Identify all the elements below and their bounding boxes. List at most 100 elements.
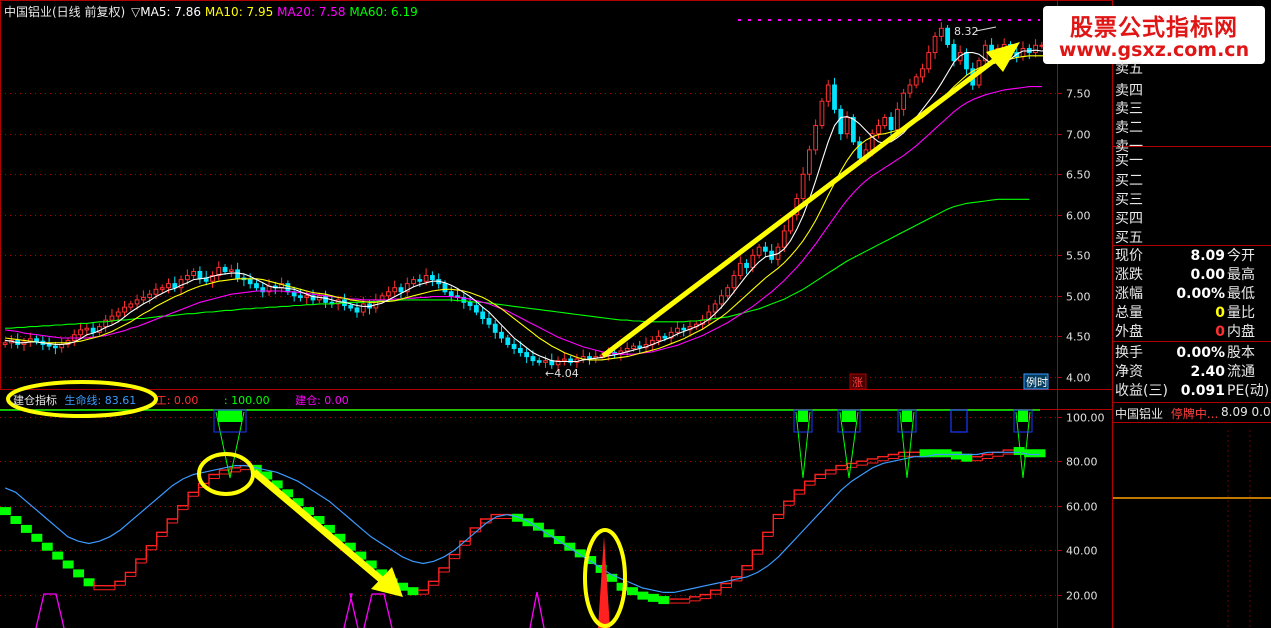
- orderbook-level[interactable]: 卖四: [1115, 80, 1143, 100]
- indicator-tick-label: 20.00: [1066, 590, 1098, 603]
- candle-body: [115, 311, 121, 317]
- step-falling-block: [627, 587, 638, 596]
- high-price-pointer: [975, 26, 997, 32]
- candle-body: [411, 279, 416, 285]
- quote-row: 总量 0 量比: [1115, 304, 1271, 323]
- orderbook-level[interactable]: 买二: [1115, 170, 1143, 190]
- step-rising-segment: [156, 531, 168, 546]
- candle-body: [725, 287, 731, 297]
- trend-arrow-up: [601, 54, 1002, 358]
- price-tick-label: 6.00: [1066, 210, 1091, 223]
- moving-average-lines: [5, 48, 1055, 363]
- top-signal-block: [218, 410, 242, 422]
- candle-body: [750, 254, 756, 268]
- price-gridlines: [0, 93, 1057, 378]
- candle-body: [938, 27, 944, 37]
- mini-status: 停牌中...: [1170, 407, 1219, 421]
- orderbook-level[interactable]: 买四: [1115, 208, 1143, 228]
- candle-body: [191, 270, 197, 277]
- indicator-name[interactable]: 建仓指标: [13, 394, 57, 407]
- step-rising-segment: [135, 562, 147, 577]
- candle-body: [122, 306, 127, 313]
- candle-body: [951, 43, 957, 62]
- candle-body: [360, 303, 366, 313]
- candle-body: [166, 283, 171, 289]
- step-falling-block: [574, 549, 586, 558]
- candle-body: [90, 327, 96, 333]
- price-tick-label: 7.00: [1066, 129, 1091, 142]
- candle-body: [800, 173, 806, 200]
- step-rising-segment: [176, 504, 189, 519]
- quote-value: 0: [1215, 324, 1225, 340]
- candle-body: [298, 295, 303, 298]
- mini-value: 8.09 0.00: [1221, 405, 1271, 419]
- candle-body: [448, 291, 454, 297]
- step-falling-block: [41, 542, 53, 551]
- step-rising-segment: [166, 518, 178, 533]
- orderbook-level[interactable]: 买三: [1115, 189, 1143, 209]
- candle-body: [882, 116, 888, 127]
- quote-row: 外盘 0 内盘: [1115, 323, 1271, 342]
- quote-value: 0.00%: [1176, 345, 1225, 361]
- step-rising-segment: [825, 473, 836, 479]
- candle-body: [825, 84, 831, 102]
- period-label: 例时: [1026, 375, 1048, 389]
- step-falling-block: [20, 524, 32, 533]
- step-rising-segment: [981, 457, 993, 461]
- step-falling-block: [1013, 447, 1025, 456]
- bottom-spike-signal: [598, 536, 610, 628]
- quote-right-label: 最高: [1227, 267, 1255, 283]
- candle-body: [235, 269, 241, 279]
- quote-value: 0: [1215, 305, 1225, 321]
- price-tick-label: 5.00: [1066, 291, 1091, 304]
- candle-body: [876, 125, 881, 135]
- candle-body: [920, 68, 925, 78]
- candle-body: [442, 283, 448, 293]
- candle-body: [850, 116, 856, 143]
- candle-body: [480, 311, 486, 320]
- orderbook-level[interactable]: 卖五: [1115, 58, 1143, 78]
- candle-body: [153, 288, 159, 295]
- top-signal-block: [798, 410, 808, 422]
- step-rising-segment: [1002, 453, 1014, 457]
- candle-body: [781, 230, 787, 248]
- candle-body: [2, 342, 8, 345]
- quote-label: 收益(三): [1115, 383, 1168, 399]
- ma-toggle-icon[interactable]: ▽: [131, 5, 140, 19]
- step-rising-segment: [166, 522, 178, 537]
- step-falling-block: [564, 542, 576, 551]
- candle-body: [819, 100, 825, 127]
- step-rising-segment: [992, 455, 1004, 459]
- quote-right-label: 今开: [1227, 248, 1255, 264]
- indicator-tick-label: 80.00: [1066, 456, 1098, 469]
- candle-body: [907, 84, 913, 94]
- candle-body: [172, 283, 178, 289]
- candle-body: [656, 335, 661, 341]
- trend-arrow-down: [251, 469, 387, 585]
- quote-label: 外盘: [1115, 324, 1143, 340]
- ma20-line: [5, 86, 1042, 355]
- indicator-lines: [0, 447, 1046, 605]
- step-rising-segment: [762, 531, 774, 551]
- price-tick-label: 6.50: [1066, 169, 1091, 182]
- step-falling-block: [83, 578, 95, 587]
- candle-body: [505, 337, 511, 345]
- step-rising-segment: [835, 469, 847, 475]
- orderbook-level[interactable]: 买一: [1115, 150, 1143, 170]
- indicator-tick-label: 40.00: [1066, 545, 1098, 558]
- candle-body: [536, 360, 542, 363]
- quote-row: 换手 0.00% 股本: [1115, 344, 1271, 363]
- step-falling-block: [950, 451, 962, 460]
- candle-body: [34, 338, 39, 342]
- orderbook-level[interactable]: 卖二: [1115, 117, 1143, 137]
- mini-quote-row[interactable]: 中国铝业 停牌中... 8.09 0.00: [1115, 405, 1271, 421]
- step-rising-segment: [480, 522, 492, 532]
- candle-body: [964, 52, 969, 70]
- ma5-label: MA5: 7.86: [140, 5, 202, 19]
- candle-body: [631, 345, 636, 350]
- step-falling-block: [532, 522, 544, 531]
- quote-label: 总量: [1115, 305, 1143, 321]
- quote-value: 0.091: [1180, 383, 1225, 399]
- orderbook-level[interactable]: 卖三: [1115, 98, 1143, 118]
- orderbook-level[interactable]: 买五: [1115, 227, 1143, 247]
